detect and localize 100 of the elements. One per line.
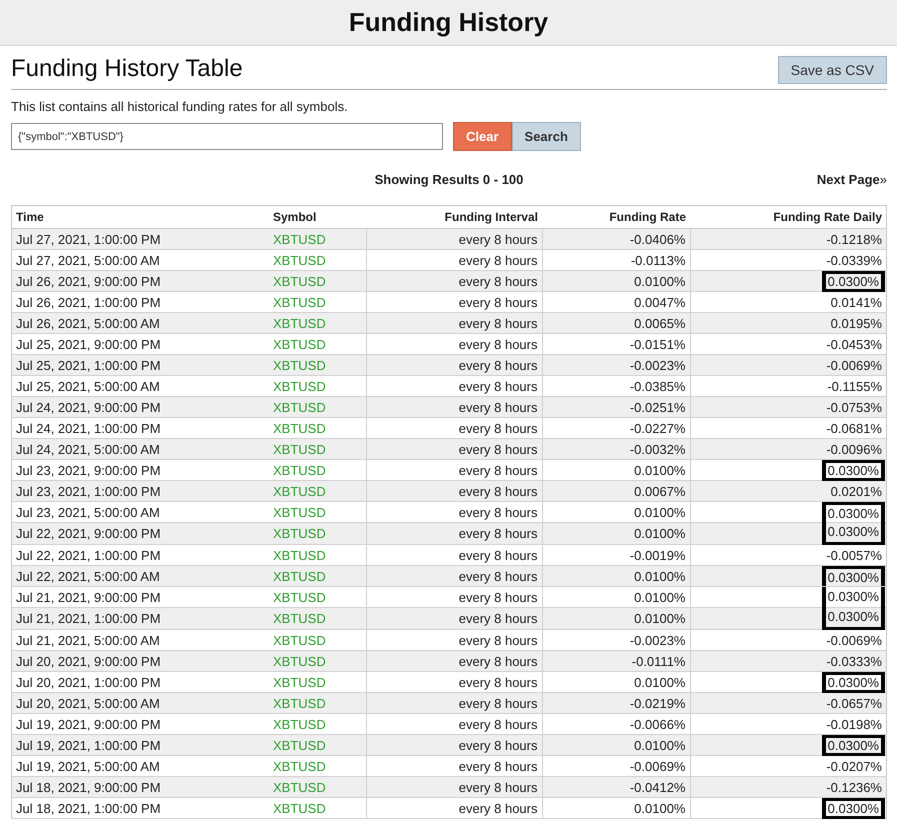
table-cell: 0.0100% [542, 586, 690, 608]
table-cell: Jul 25, 2021, 1:00:00 PM [12, 354, 269, 376]
table-cell: -0.0151% [542, 334, 690, 354]
table-cell: Jul 19, 2021, 1:00:00 PM [12, 734, 269, 756]
table-cell: every 8 hours [366, 502, 542, 522]
table-cell: Jul 27, 2021, 5:00:00 AM [12, 250, 269, 270]
table-cell: XBTUSD [269, 650, 366, 672]
table-cell: -0.0385% [542, 376, 690, 396]
table-cell: -0.0339% [690, 250, 886, 270]
highlight-frame: 0.0300% [822, 798, 885, 818]
table-cell: -0.0111% [542, 650, 690, 672]
table-cell: Jul 20, 2021, 1:00:00 PM [12, 672, 269, 692]
table-cell: -0.0069% [690, 630, 886, 650]
table-cell: 0.0141% [690, 292, 886, 312]
table-cell: -0.0096% [690, 438, 886, 460]
table-cell: -0.0113% [542, 250, 690, 270]
table-cell: 0.0100% [542, 502, 690, 522]
table-cell: -0.1218% [690, 228, 886, 250]
table-cell: XBTUSD [269, 776, 366, 798]
table-cell: Jul 24, 2021, 5:00:00 AM [12, 438, 269, 460]
table-cell: XBTUSD [269, 798, 366, 818]
table-cell: every 8 hours [366, 312, 542, 334]
table-cell: XBTUSD [269, 672, 366, 692]
table-cell: Jul 24, 2021, 9:00:00 PM [12, 396, 269, 418]
table-cell: every 8 hours [366, 756, 542, 776]
table-cell: every 8 hours [366, 396, 542, 418]
table-cell: -0.1155% [690, 376, 886, 396]
table-cell: XBTUSD [269, 544, 366, 566]
table-cell: 0.0100% [542, 672, 690, 692]
table-cell: XBTUSD [269, 502, 366, 522]
table-cell: XBTUSD [269, 566, 366, 586]
table-cell: -0.0406% [542, 228, 690, 250]
table-cell: every 8 hours [366, 438, 542, 460]
table-cell: every 8 hours [366, 714, 542, 734]
table-cell: every 8 hours [366, 672, 542, 692]
table-cell: Jul 18, 2021, 1:00:00 PM [12, 798, 269, 818]
table-cell: every 8 hours [366, 544, 542, 566]
search-button[interactable]: Search [512, 122, 581, 151]
table-cell: -0.0251% [542, 396, 690, 418]
table-cell: XBTUSD [269, 396, 366, 418]
table-cell: XBTUSD [269, 376, 366, 396]
table-cell: -0.0032% [542, 438, 690, 460]
table-cell: -0.0198% [690, 714, 886, 734]
table-cell: every 8 hours [366, 228, 542, 250]
table-cell: -0.0066% [542, 714, 690, 734]
table-cell: every 8 hours [366, 250, 542, 270]
table-cell: XBTUSD [269, 522, 366, 544]
table-cell: Jul 25, 2021, 9:00:00 PM [12, 334, 269, 354]
table-cell: 0.0100% [542, 734, 690, 756]
table-cell: 0.0065% [542, 312, 690, 334]
table-cell: XBTUSD [269, 312, 366, 334]
table-cell: 0.0195% [690, 312, 886, 334]
table-cell: -0.1236% [690, 776, 886, 798]
table-cell: -0.0057% [690, 544, 886, 566]
table-cell: XBTUSD [269, 354, 366, 376]
table-cell: -0.0069% [690, 354, 886, 376]
table-cell: every 8 hours [366, 292, 542, 312]
section-title: Funding History Table [11, 54, 243, 84]
table-cell: -0.0681% [690, 418, 886, 438]
table-cell: every 8 hours [366, 650, 542, 672]
table-cell: XBTUSD [269, 270, 366, 292]
table-cell: Jul 22, 2021, 1:00:00 PM [12, 544, 269, 566]
table-cell: every 8 hours [366, 270, 542, 292]
table-cell: -0.0069% [542, 756, 690, 776]
table-cell: every 8 hours [366, 376, 542, 396]
table-cell: 0.0047% [542, 292, 690, 312]
table-cell: Jul 23, 2021, 9:00:00 PM [12, 460, 269, 480]
table-cell: Jul 22, 2021, 9:00:00 PM [12, 522, 269, 544]
table-cell: XBTUSD [269, 250, 366, 270]
table-cell: -0.0333% [690, 650, 886, 672]
table-cell: Jul 23, 2021, 1:00:00 PM [12, 480, 269, 502]
table-cell: every 8 hours [366, 334, 542, 354]
table-cell: Jul 26, 2021, 1:00:00 PM [12, 292, 269, 312]
next-page-link[interactable]: Next Page» [816, 172, 887, 186]
table-cell: XBTUSD [269, 418, 366, 438]
table-cell: Jul 18, 2021, 9:00:00 PM [12, 776, 269, 798]
table-cell: XBTUSD [269, 460, 366, 480]
table-cell: -0.0753% [690, 396, 886, 418]
table-cell: XBTUSD [269, 734, 366, 756]
table-cell: 0.0100% [542, 270, 690, 292]
table-cell: Jul 22, 2021, 5:00:00 AM [12, 566, 269, 586]
table-cell: XBTUSD [269, 438, 366, 460]
table-cell: Jul 26, 2021, 9:00:00 PM [12, 270, 269, 292]
table-cell: XBTUSD [269, 714, 366, 734]
table-cell: every 8 hours [366, 354, 542, 376]
table-cell: Jul 21, 2021, 9:00:00 PM [12, 586, 269, 608]
table-cell: XBTUSD [269, 480, 366, 502]
table-cell: Jul 19, 2021, 9:00:00 PM [12, 714, 269, 734]
table-cell: Jul 20, 2021, 9:00:00 PM [12, 650, 269, 672]
table-cell: XBTUSD [269, 586, 366, 608]
table-cell: Jul 23, 2021, 5:00:00 AM [12, 502, 269, 522]
description-text: This list contains all historical funding rates for all symbols. [11, 99, 349, 114]
table-cell: -0.0412% [542, 776, 690, 798]
table-cell: every 8 hours [366, 418, 542, 438]
filter-field[interactable]: {"symbol":"XBTUSD"} [11, 123, 443, 150]
table-cell: -0.0657% [690, 692, 886, 714]
page-title: Funding History [348, 7, 548, 38]
save-csv-button[interactable]: Save as CSV [778, 56, 887, 84]
table-cell: 0.0100% [542, 798, 690, 818]
table-cell: 0.0067% [542, 480, 690, 502]
